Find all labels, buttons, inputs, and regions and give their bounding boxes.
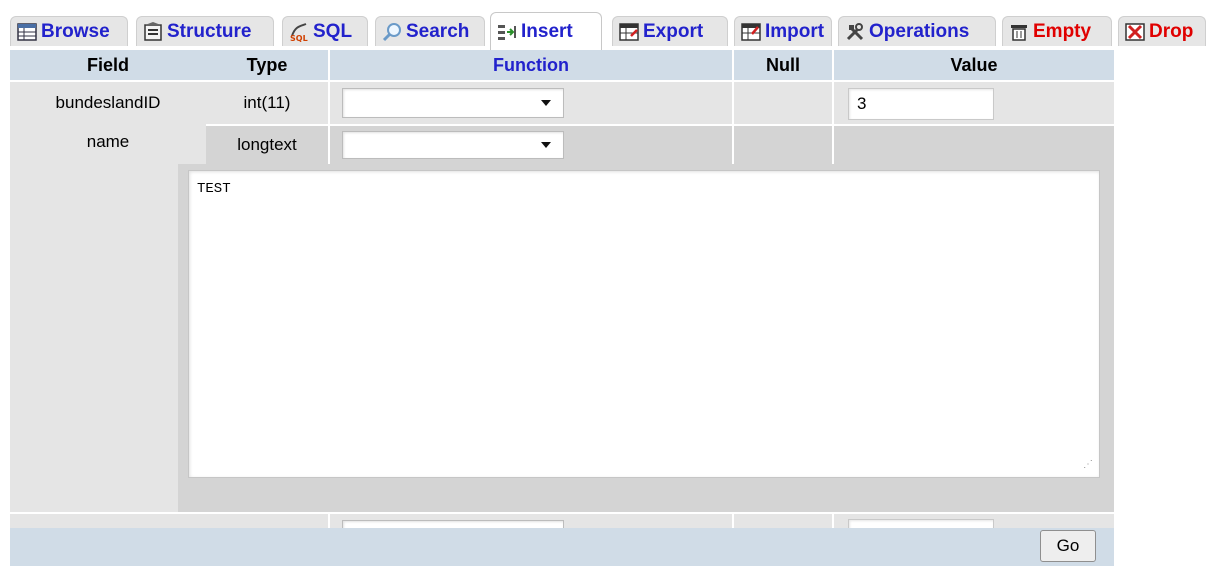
svg-text:SQL: SQL [290,34,308,42]
header-field: Field [10,50,206,80]
textarea-cell: TEST ⋰ [178,164,1114,512]
tab-sql-label: SQL [313,20,353,42]
textarea-text: TEST [197,181,231,197]
export-icon [619,22,639,41]
tab-export-label: Export [643,20,704,42]
tab-import-label: Import [765,20,825,42]
header-null: Null [734,50,832,80]
tab-drop[interactable]: Drop [1118,16,1206,46]
header-function: Function [330,50,732,80]
sql-icon: SQL [290,22,308,42]
tab-search[interactable]: Search [375,16,485,46]
value-textarea[interactable]: TEST ⋰ [188,170,1100,478]
tab-structure-label: Structure [167,20,252,42]
tab-sql[interactable]: SQL SQL [282,16,368,46]
chevron-down-icon [541,142,551,148]
tab-browse[interactable]: Browse [10,16,128,46]
value-cell [834,126,1114,164]
operations-icon [846,22,864,40]
tab-empty[interactable]: Empty [1002,16,1112,46]
browse-icon [17,22,37,41]
value-cell: 3 [834,82,1114,124]
search-icon [382,22,401,41]
function-select[interactable] [342,131,564,159]
tab-export[interactable]: Export [612,16,728,46]
field-type: int(11) [206,82,328,124]
function-cell [330,126,732,164]
tab-insert-label: Insert [521,20,573,42]
resize-grip-icon[interactable]: ⋰ [1083,461,1093,471]
tab-empty-label: Empty [1033,20,1092,42]
field-name: name [10,124,206,512]
tab-browse-label: Browse [41,20,110,42]
header-type: Type [206,50,328,80]
go-button[interactable]: Go [1040,530,1096,562]
header-value: Value [834,50,1114,80]
insert-table: Field Type Function Null Value bundeslan… [0,50,1210,566]
function-select[interactable] [342,88,564,118]
form-footer: Go [10,528,1114,566]
null-cell [734,82,832,124]
tab-import[interactable]: Import [734,16,832,46]
null-cell [734,126,832,164]
tab-operations-label: Operations [869,20,970,42]
chevron-down-icon [541,100,551,106]
empty-icon [1011,24,1027,41]
tab-search-label: Search [406,20,470,42]
tab-structure[interactable]: Structure [136,16,274,46]
tab-insert[interactable]: Insert [490,12,602,50]
tab-operations[interactable]: Operations [838,16,996,46]
structure-icon [144,21,162,41]
insert-icon [498,24,516,40]
tab-drop-label: Drop [1149,20,1194,42]
value-input[interactable]: 3 [848,88,994,120]
field-name: bundeslandID [10,82,206,124]
tab-bar: Browse Structure SQL SQL Search Insert E… [0,12,1210,50]
field-type: longtext [206,126,328,164]
drop-icon [1125,22,1145,41]
import-icon [741,22,761,41]
function-cell [330,82,732,124]
